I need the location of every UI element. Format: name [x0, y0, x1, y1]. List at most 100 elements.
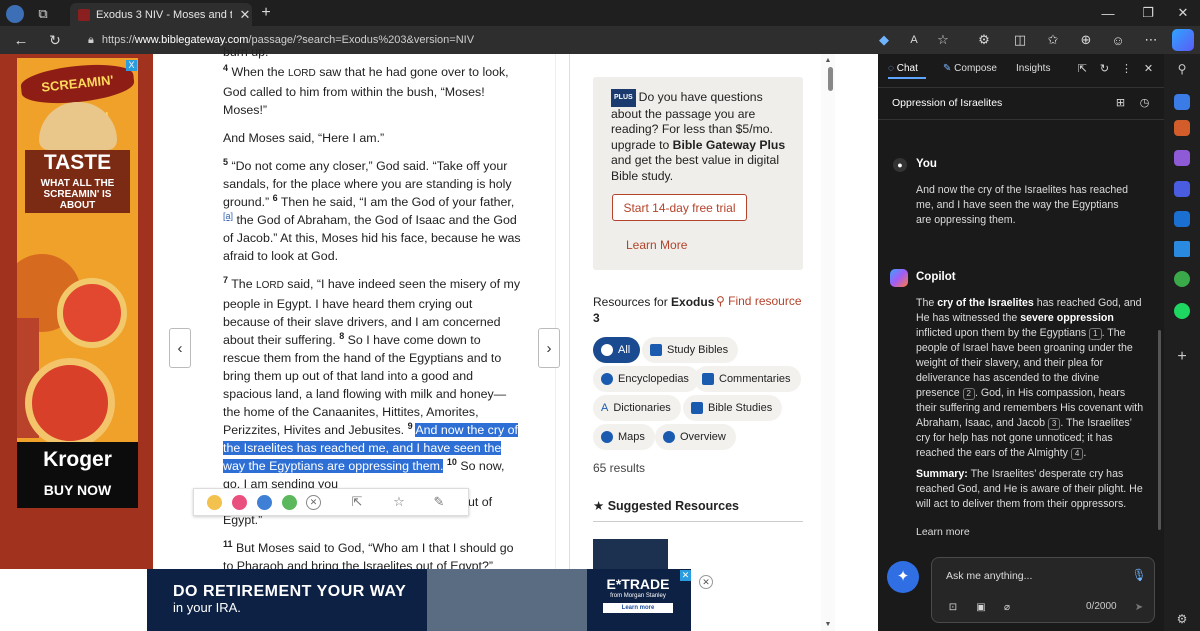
sidebar-settings-icon[interactable]: ⚙ — [1174, 612, 1190, 628]
image-icon[interactable]: ▣ — [974, 600, 988, 614]
next-chapter-button[interactable]: › — [538, 328, 560, 368]
chip-study-bibles[interactable]: Study Bibles — [642, 337, 739, 363]
tab-compose[interactable]: ✎ Compose — [943, 63, 997, 74]
sidebar-send-icon[interactable] — [1174, 241, 1190, 257]
chip-all[interactable]: All — [593, 337, 641, 363]
buy-now-button[interactable]: BUY NOW — [17, 482, 138, 498]
split-screen-icon[interactable]: ◫ — [1012, 31, 1028, 49]
results-count: 65 results — [593, 461, 646, 475]
chip-bible-studies[interactable]: Bible Studies — [683, 395, 783, 421]
scroll-down-icon[interactable]: ▼ — [823, 619, 833, 629]
history-icon[interactable]: ◷ — [1138, 96, 1151, 109]
ad-headline: TASTE — [25, 150, 130, 176]
active-tab[interactable]: Exodus 3 NIV - Moses and the Bu ✕ — [70, 3, 252, 26]
url-host: www.biblegateway.com — [134, 34, 249, 46]
citation-4[interactable]: 4 — [1070, 448, 1084, 460]
copilot-scrollbar[interactable] — [1158, 330, 1161, 530]
chip-commentaries[interactable]: Commentaries — [694, 366, 801, 392]
clear-highlight-icon[interactable]: ✕ — [306, 495, 321, 510]
chip-dictionaries[interactable]: A Dictionaries — [593, 395, 681, 421]
tab-chat[interactable]: ◌ Chat — [888, 63, 918, 74]
minimize-icon[interactable]: — — [1100, 4, 1116, 22]
learn-more-link[interactable]: Learn More — [626, 238, 687, 252]
close-tab-icon[interactable]: ✕ — [238, 7, 252, 23]
ad-close-icon[interactable]: X — [126, 60, 137, 71]
sidebar-drop-icon[interactable] — [1174, 271, 1190, 287]
sidebar-tools-icon[interactable] — [1174, 120, 1190, 136]
back-icon[interactable]: ← — [12, 30, 30, 50]
highlight-pink-button[interactable] — [232, 495, 247, 510]
workspaces-icon[interactable]: ⧉ — [34, 5, 52, 23]
profile-avatar[interactable] — [6, 5, 24, 23]
find-resource-link[interactable]: ⚲ Find resource — [716, 294, 802, 308]
microphone-icon[interactable]: 🎙︎ — [1131, 568, 1146, 582]
etrade-logo: E*TRADE from Morgan Stanley Learn more — [596, 576, 680, 626]
kroger-ad-banner[interactable]: Kroger BUY NOW — [17, 442, 138, 508]
highlight-yellow-button[interactable] — [207, 495, 222, 510]
dismiss-ad-icon[interactable]: ✕ — [699, 575, 713, 589]
highlight-blue-button[interactable] — [257, 495, 272, 510]
bible-icon — [650, 344, 662, 356]
close-panel-icon[interactable]: ✕ — [1142, 62, 1155, 75]
chat-input[interactable]: Ask me anything... — [946, 570, 1032, 582]
copilot-summary: Summary: The Israelites’ desperate cry h… — [916, 468, 1143, 510]
attach-icon[interactable]: ⌀ — [1000, 600, 1014, 614]
learn-more-ad-button[interactable]: Learn more — [603, 603, 673, 613]
suggested-resources-heading: ★ Suggested Resources — [593, 499, 739, 513]
sidebar-people-icon[interactable] — [1174, 150, 1190, 166]
feedback-icon[interactable]: ☺ — [1110, 31, 1126, 49]
collections-icon[interactable]: ⊕ — [1078, 31, 1094, 49]
previous-chapter-button[interactable]: ‹ — [169, 328, 191, 368]
chip-encyclopedias[interactable]: Encyclopedias — [593, 366, 699, 392]
restore-icon[interactable]: ❐ — [1140, 4, 1156, 22]
highlight-green-button[interactable] — [282, 495, 297, 510]
start-trial-button[interactable]: Start 14-day free trial — [612, 194, 747, 221]
open-in-new-icon[interactable]: ⇱ — [1076, 62, 1089, 75]
screenshot-icon[interactable]: ⊡ — [946, 600, 960, 614]
more-menu-icon[interactable]: ⋯ — [1143, 31, 1159, 49]
sidebar-outlook-icon[interactable] — [1174, 211, 1190, 227]
chat-input-box[interactable]: Ask me anything... 🎙︎ ⊡ ▣ ⌀ 0/2000 ➤ — [931, 557, 1155, 623]
footnote-link[interactable]: [a] — [223, 211, 233, 221]
share-icon[interactable]: ⇱ — [349, 494, 365, 510]
citation-3[interactable]: 3 — [1047, 418, 1061, 430]
page-scrollbar[interactable] — [821, 54, 835, 631]
note-icon[interactable]: ✎ — [431, 494, 447, 510]
chip-overview[interactable]: Overview — [655, 424, 736, 450]
read-aloud-icon[interactable]: A — [906, 31, 922, 49]
citation-1[interactable]: 1 — [1089, 328, 1102, 340]
panel-more-icon[interactable]: ⋮ — [1120, 62, 1133, 75]
scrollbar-thumb[interactable] — [828, 67, 833, 91]
sidebar-search-icon[interactable]: ⚲ — [1174, 62, 1190, 78]
lord-smallcaps: Lord — [256, 280, 284, 291]
favorite-star-icon[interactable]: ☆ — [935, 31, 951, 49]
favorite-verse-icon[interactable]: ☆ — [391, 494, 407, 510]
bottom-ad-close-icon[interactable]: ✕ — [680, 570, 691, 581]
extensions-icon[interactable]: ⚙ — [976, 31, 992, 49]
sidebar-games-icon[interactable] — [1174, 181, 1190, 197]
passage-partial-line: burn up. — [223, 46, 269, 59]
refresh-icon[interactable]: ↻ — [46, 30, 64, 50]
citation-2[interactable]: 2 — [962, 388, 975, 400]
refresh-chat-icon[interactable]: ↻ — [1098, 62, 1111, 75]
new-chat-button[interactable]: ✦ — [887, 561, 919, 593]
tab-insights[interactable]: Insights — [1016, 63, 1050, 74]
pizza-ad[interactable]: SCREAMIN' SICILIAN TASTE WHAT ALL THE SC… — [17, 58, 138, 508]
chip-maps[interactable]: Maps — [593, 424, 655, 450]
verse-number: 7 — [223, 274, 229, 285]
send-icon[interactable]: ➤ — [1132, 600, 1146, 614]
column-divider-right — [569, 54, 570, 631]
verse-number: 9 — [407, 420, 413, 431]
close-window-icon[interactable]: ✕ — [1175, 4, 1191, 22]
copilot-toolbar-icon[interactable] — [1172, 29, 1194, 51]
sidebar-spotify-icon[interactable] — [1174, 303, 1190, 319]
copilot-learn-more[interactable]: Learn more — [916, 526, 970, 538]
scroll-up-icon[interactable]: ▲ — [823, 55, 833, 65]
sidebar-add-icon[interactable]: + — [1174, 349, 1190, 365]
new-tab-icon[interactable]: + — [258, 4, 274, 22]
favorites-icon[interactable]: ✩ — [1045, 31, 1061, 49]
tab-title: Exodus 3 NIV - Moses and the Bu — [96, 8, 232, 21]
new-topic-icon[interactable]: ⊞ — [1114, 96, 1127, 109]
sidebar-app-icon[interactable] — [1174, 94, 1190, 110]
coupon-icon[interactable]: ◆ — [876, 31, 892, 49]
